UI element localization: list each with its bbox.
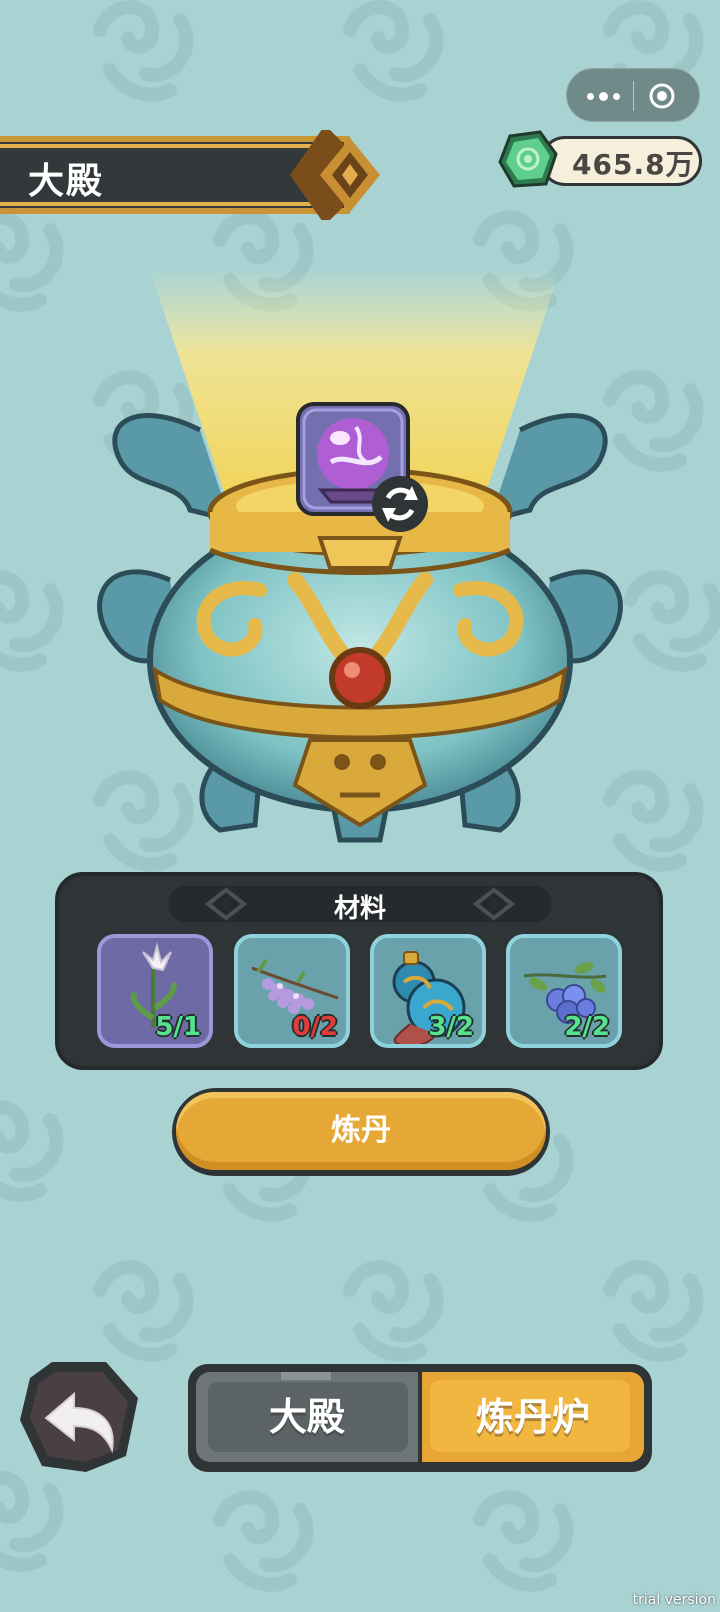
jade-gem-icon [498, 130, 558, 188]
target-circle-icon[interactable] [647, 81, 677, 111]
result-pill-slot[interactable] [296, 402, 432, 536]
material-slot-berries[interactable]: 2/2 [506, 934, 622, 1048]
materials-title: 材料 [333, 894, 386, 924]
material-count: 0/2 [292, 1012, 338, 1042]
alchemy-furnace [97, 270, 623, 843]
material-count: 5/1 [155, 1012, 201, 1042]
tab-alchemy-furnace[interactable]: 炼丹炉 [422, 1372, 644, 1462]
tab-hall[interactable]: 大殿 [196, 1372, 418, 1462]
more-dots-icon[interactable] [583, 83, 623, 109]
material-count: 2/2 [564, 1012, 610, 1042]
page-title: 大殿 [28, 161, 105, 202]
back-button[interactable] [16, 1358, 142, 1476]
brew-button[interactable]: 炼丹 [172, 1088, 550, 1176]
watermark: trial version [632, 1592, 716, 1608]
brew-button-label: 炼丹 [331, 1113, 391, 1148]
material-slot-gourd[interactable]: 3/2 [370, 934, 486, 1048]
material-count: 3/2 [428, 1012, 474, 1042]
refresh-swap-icon [372, 476, 428, 532]
currency-value: 465.8万 [572, 148, 695, 181]
material-slot-wisteria[interactable]: 0/2 [234, 934, 350, 1048]
tab-furnace-label: 炼丹炉 [475, 1395, 590, 1439]
miniprogram-capsule [566, 68, 700, 122]
capsule-divider [633, 81, 634, 111]
material-slot-lily[interactable]: 5/1 [97, 934, 213, 1048]
tab-hall-label: 大殿 [268, 1395, 345, 1439]
